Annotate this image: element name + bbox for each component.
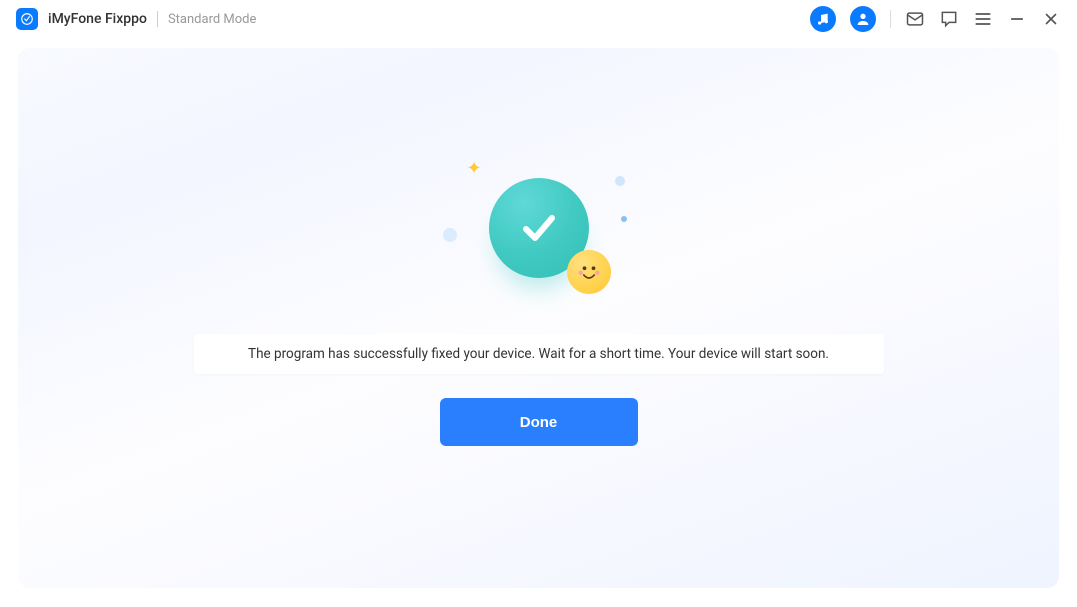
feedback-icon[interactable] [939,9,959,29]
mode-label: Standard Mode [168,12,256,27]
success-message: The program has successfully fixed your … [194,334,884,374]
minimize-icon[interactable] [1007,9,1027,29]
main-panel: ✦ The program has successfully fixed you… [18,48,1059,588]
header-right [810,6,1061,32]
decorative-dot [621,216,627,222]
menu-icon[interactable] [973,9,993,29]
mail-icon[interactable] [905,9,925,29]
app-logo-icon [16,8,38,30]
header-left: iMyFone Fixppo Standard Mode [16,8,256,30]
success-message-text: The program has successfully fixed your … [248,346,829,362]
decorative-dot [443,228,457,242]
success-graphic: ✦ [449,158,629,298]
title-bar: iMyFone Fixppo Standard Mode [0,0,1077,38]
header-divider [157,11,158,27]
header-divider-right [890,10,891,28]
sparkle-icon: ✦ [467,158,482,179]
smiley-icon [567,250,611,294]
close-icon[interactable] [1041,9,1061,29]
checkmark-icon [514,203,564,253]
user-icon[interactable] [850,6,876,32]
done-button[interactable]: Done [440,398,638,446]
decorative-dot [615,176,625,186]
music-icon[interactable] [810,6,836,32]
app-name: iMyFone Fixppo [48,11,147,27]
